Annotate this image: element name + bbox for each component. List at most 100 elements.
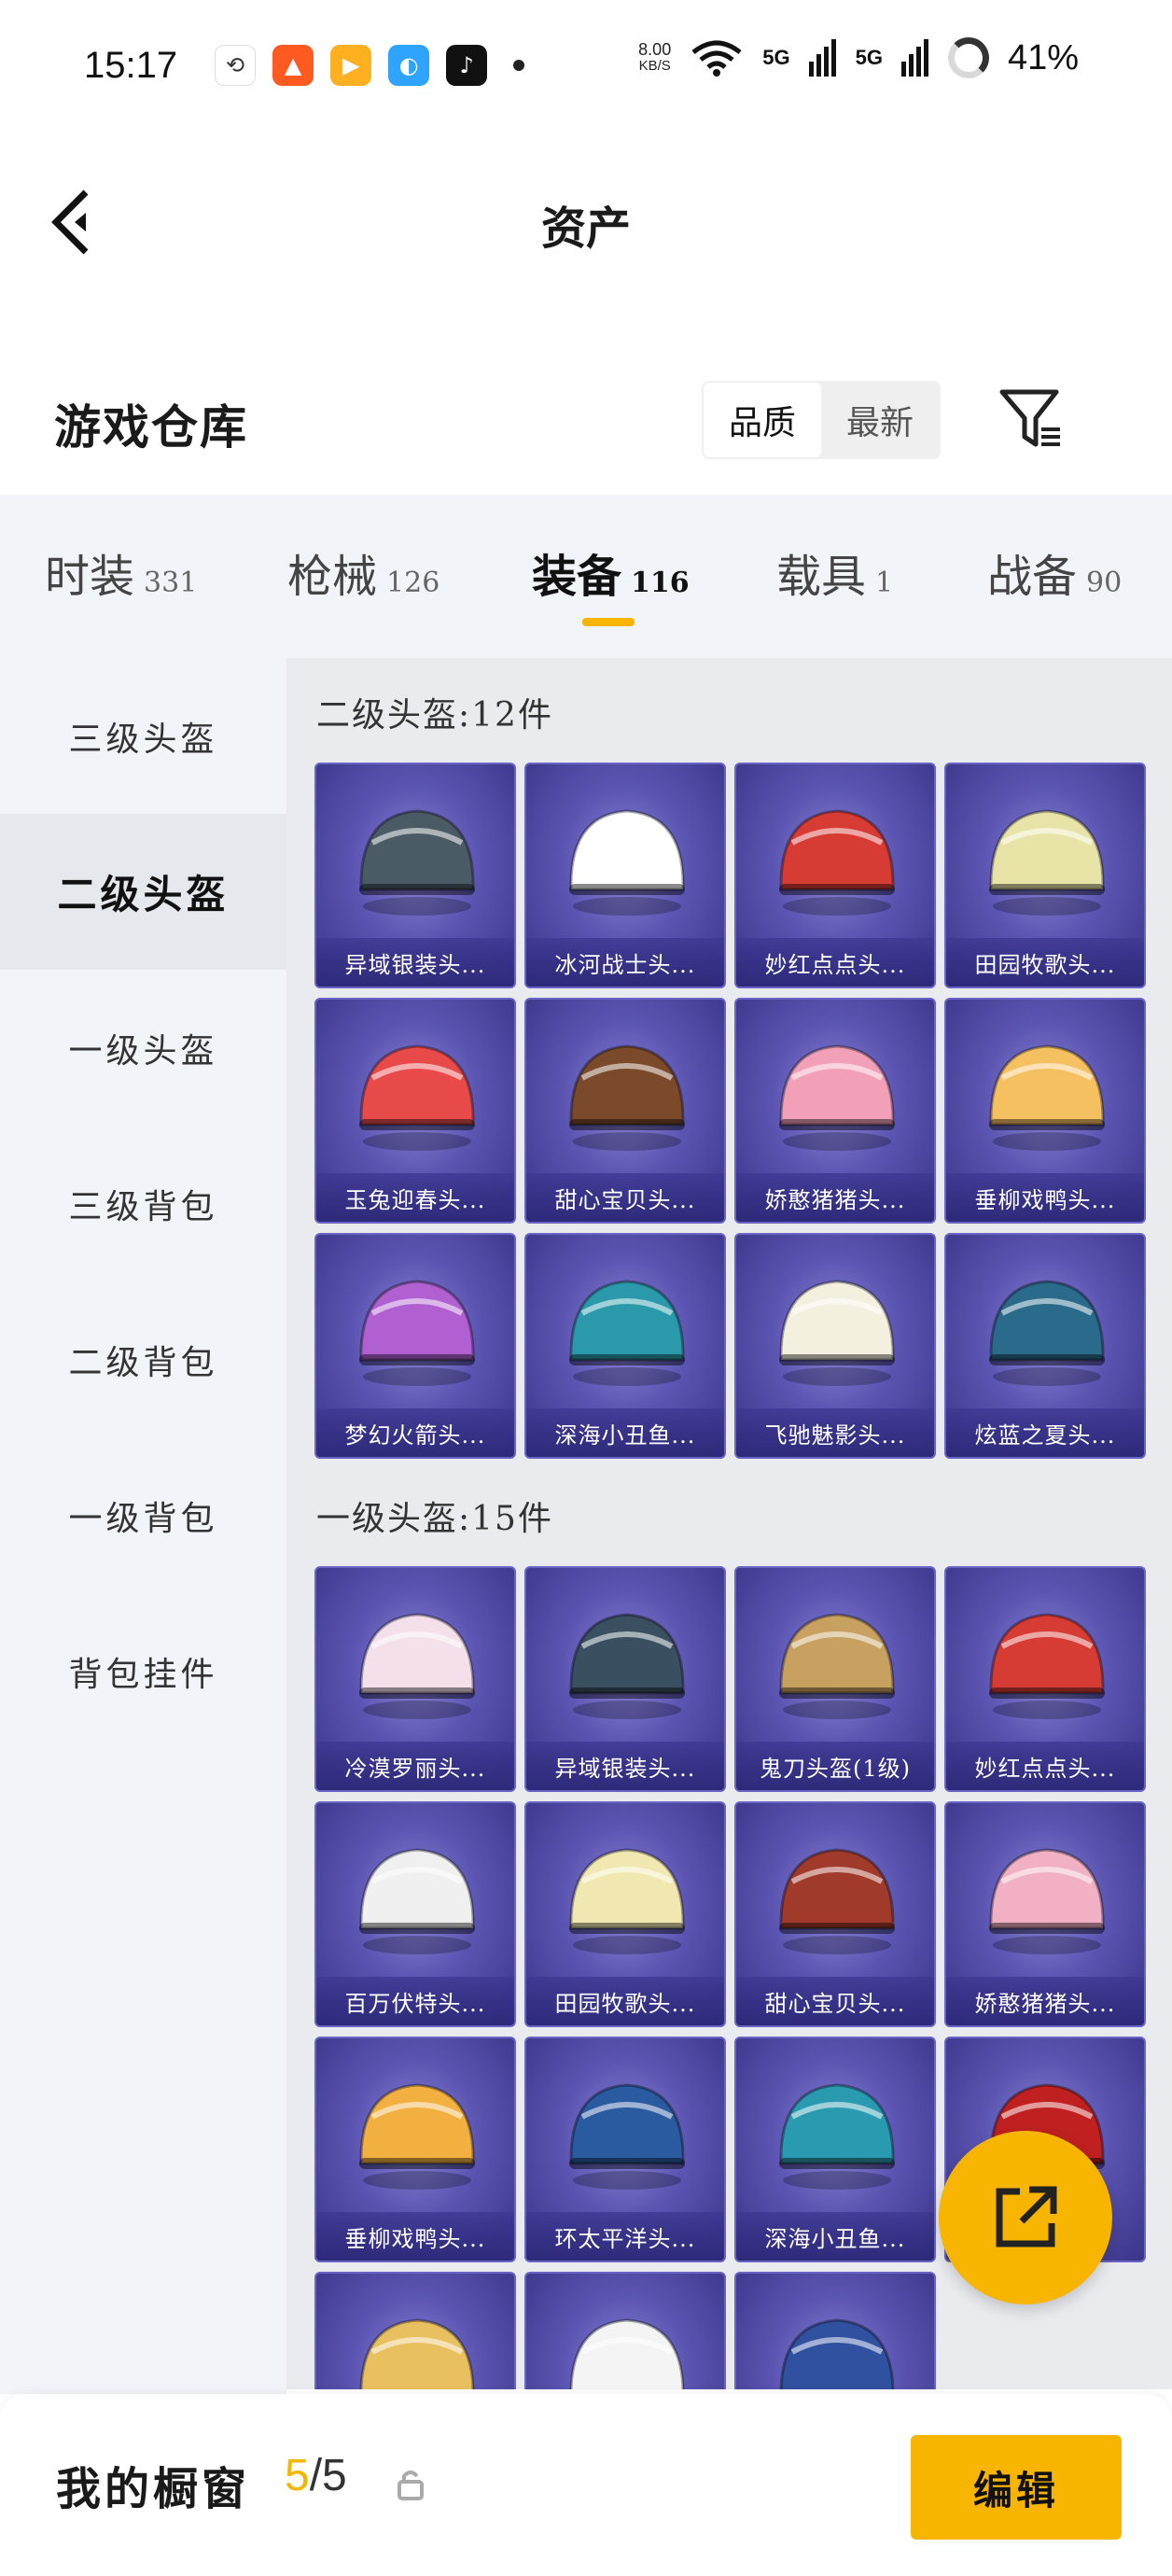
- item-name: 甜心宝贝头...: [736, 1977, 934, 2025]
- helmet-icon: [779, 1848, 895, 1954]
- tab-equipment[interactable]: 装备 116: [532, 539, 690, 605]
- item-name: 冷漠罗丽头...: [316, 1742, 514, 1790]
- signal-bars-icon: [808, 39, 836, 77]
- tab-label: 枪械: [287, 551, 378, 603]
- sidebar-item-backpack-charm[interactable]: 背包挂件: [0, 1593, 286, 1749]
- item-name: 炫蓝之夏头...: [946, 1408, 1144, 1457]
- item-name: 娇憨猪猪头...: [736, 1173, 934, 1222]
- item-card[interactable]: [734, 2272, 936, 2389]
- item-card[interactable]: 甜心宝贝头...: [524, 998, 726, 1224]
- showcase-title: 我的橱窗: [56, 2463, 251, 2515]
- item-name: 异域银装头...: [526, 1742, 724, 1790]
- item-card[interactable]: 田园牧歌头...: [524, 1801, 726, 2027]
- helmet-icon: [569, 1848, 685, 1954]
- net-speed-value: 8.00: [638, 40, 672, 59]
- item-name: 垂柳戏鸭头...: [316, 2212, 514, 2261]
- sidebar-item-level3-backpack[interactable]: 三级背包: [0, 1126, 286, 1281]
- sort-quality-button[interactable]: 品质: [704, 383, 821, 457]
- tab-count: 90: [1086, 567, 1123, 599]
- item-card[interactable]: 妙红点点头...: [734, 763, 936, 988]
- item-card[interactable]: 甜心宝贝头...: [734, 1801, 936, 2027]
- sort-newest-button[interactable]: 最新: [821, 383, 939, 457]
- status-right: 8.00 KB/S 5G 5G 41%: [638, 37, 1079, 78]
- item-name: 百万伏特头...: [316, 1977, 514, 2025]
- tab-label: 时装: [45, 551, 135, 603]
- helmet-icon: [569, 1280, 685, 1386]
- share-fab-button[interactable]: [939, 2131, 1112, 2304]
- helmet-icon: [989, 809, 1105, 916]
- helmet-icon: [779, 1044, 895, 1151]
- item-name: 深海小丑鱼...: [736, 2212, 934, 2261]
- item-card[interactable]: 百万伏特头...: [314, 1801, 516, 2027]
- item-card[interactable]: 异域银装头...: [524, 1566, 726, 1792]
- item-name: 环太平洋头...: [526, 2212, 724, 2261]
- rocket-app-icon: ▲: [272, 45, 314, 86]
- item-name: 妙红点点头...: [736, 938, 934, 987]
- item-card[interactable]: 异域银装头...: [314, 763, 516, 988]
- sidebar-item-level1-backpack[interactable]: 一级背包: [0, 1437, 286, 1593]
- item-name: 玉兔迎春头...: [316, 1173, 514, 1222]
- sync-icon: ⟲: [215, 45, 257, 86]
- helmet-icon: [569, 1613, 685, 1719]
- item-card[interactable]: 妙红点点头...: [944, 1566, 1146, 1792]
- tab-label: 装备: [532, 551, 622, 603]
- item-name: 田园牧歌头...: [526, 1977, 724, 2025]
- showcase-total: /5: [309, 2451, 347, 2500]
- item-card[interactable]: 冷漠罗丽头...: [314, 1566, 516, 1792]
- tab-supplies[interactable]: 战备 90: [987, 539, 1122, 605]
- helmet-icon: [359, 2318, 475, 2389]
- edit-button[interactable]: 编辑: [911, 2435, 1122, 2540]
- sidebar-item-level2-helmet[interactable]: 二级头盔: [0, 814, 286, 970]
- item-card[interactable]: 深海小丑鱼...: [524, 1233, 726, 1459]
- showcase-bar: 我的橱窗 5/5 编辑: [0, 2394, 1172, 2576]
- sidebar-item-level1-helmet[interactable]: 一级头盔: [0, 970, 286, 1126]
- helmet-icon: [359, 1044, 475, 1151]
- warehouse-title: 游戏仓库: [54, 399, 248, 455]
- net-speed: 8.00 KB/S: [638, 41, 671, 75]
- item-card[interactable]: [314, 2272, 516, 2389]
- item-card[interactable]: 飞驰魅影头...: [734, 1233, 936, 1459]
- item-card[interactable]: [524, 2272, 726, 2389]
- helmet-icon: [569, 2318, 685, 2389]
- sidebar-item-level3-helmet[interactable]: 三级头盔: [0, 658, 286, 814]
- item-card[interactable]: 田园牧歌头...: [944, 763, 1146, 988]
- signal-5g-1: 5G: [762, 46, 790, 69]
- item-card[interactable]: 梦幻火箭头...: [314, 1233, 516, 1459]
- helmet-icon: [989, 1044, 1105, 1151]
- item-card[interactable]: 垂柳戏鸭头...: [944, 998, 1146, 1224]
- item-card[interactable]: 娇憨猪猪头...: [734, 998, 936, 1224]
- item-card[interactable]: 环太平洋头...: [524, 2037, 726, 2262]
- category-tabs: 时装 331 枪械 126 装备 116 载具 1 战备 90: [0, 495, 1172, 658]
- helmet-icon: [359, 1848, 475, 1954]
- share-external-icon: [996, 2186, 1057, 2247]
- tiktok-icon: ♪: [446, 45, 488, 86]
- browser-app-icon: ◐: [388, 45, 430, 86]
- helmet-icon: [569, 2083, 685, 2190]
- tab-weapons[interactable]: 枪械 126: [287, 539, 440, 605]
- helmet-icon: [779, 2318, 895, 2389]
- item-name: 妙红点点头...: [946, 1742, 1144, 1790]
- signal-5g-2: 5G: [855, 46, 883, 69]
- item-name: 梦幻火箭头...: [316, 1408, 514, 1457]
- video-app-icon: ▶: [330, 45, 372, 86]
- helmet-icon: [569, 1044, 685, 1151]
- battery-percent: 41%: [1007, 37, 1079, 77]
- helmet-icon: [989, 1280, 1105, 1386]
- tab-fashion[interactable]: 时装 331: [45, 539, 197, 605]
- item-card[interactable]: 鬼刀头盔(1级): [734, 1566, 936, 1792]
- helmet-icon: [779, 1280, 895, 1386]
- sidebar-item-level2-backpack[interactable]: 二级背包: [0, 1281, 286, 1437]
- item-content: 二级头盔:12件 异域银装头... 冰河战士头... 妙红点点头... 田园牧歌头..…: [286, 658, 1172, 2389]
- tab-count: 116: [631, 567, 690, 599]
- item-card[interactable]: 娇憨猪猪头...: [944, 1801, 1146, 2027]
- filter-icon[interactable]: [998, 386, 1064, 452]
- item-card[interactable]: 冰河战士头...: [524, 763, 726, 988]
- tab-count: 331: [144, 567, 198, 599]
- item-card[interactable]: 垂柳戏鸭头...: [314, 2037, 516, 2262]
- tab-vehicles[interactable]: 载具 1: [776, 539, 893, 605]
- item-card[interactable]: 深海小丑鱼...: [734, 2037, 936, 2262]
- item-card[interactable]: 玉兔迎春头...: [314, 998, 516, 1224]
- item-card[interactable]: 炫蓝之夏头...: [944, 1233, 1146, 1459]
- lock-icon: [398, 2471, 424, 2500]
- helmet-icon: [359, 809, 475, 916]
